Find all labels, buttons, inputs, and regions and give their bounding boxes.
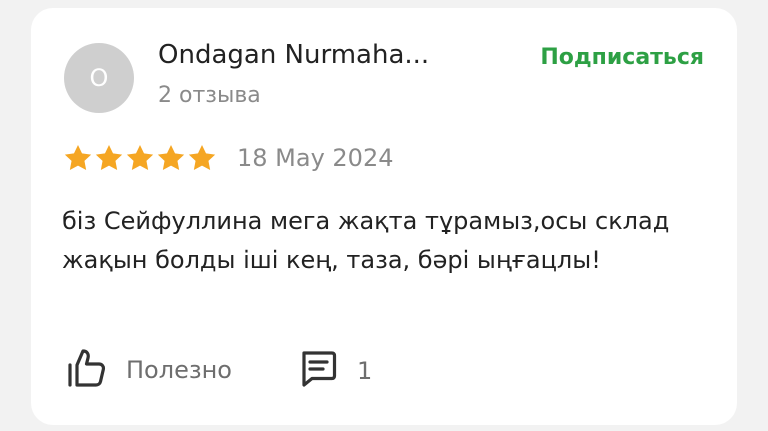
avatar[interactable]: O xyxy=(64,43,134,113)
star-icon xyxy=(156,144,186,172)
helpful-label: Полезно xyxy=(126,356,232,384)
star-icon xyxy=(94,144,124,172)
review-text: біз Сейфуллина мега жақта тұрамыз,осы ск… xyxy=(62,207,670,274)
review-date: 18 May 2024 xyxy=(237,144,394,172)
comments-button[interactable]: 1 xyxy=(299,350,372,392)
author-review-count: 2 отзыва xyxy=(158,83,261,108)
comment-icon xyxy=(299,350,337,392)
author-name[interactable]: Ondagan Nurmaha... xyxy=(158,40,429,70)
star-icon xyxy=(63,144,93,172)
avatar-letter: O xyxy=(89,64,109,92)
thumbs-up-icon xyxy=(67,348,107,392)
subscribe-button[interactable]: Подписаться xyxy=(540,45,704,70)
star-icon xyxy=(187,144,217,172)
comment-count: 1 xyxy=(357,357,373,385)
helpful-button[interactable]: Полезно xyxy=(67,348,232,392)
star-icon xyxy=(125,144,155,172)
star-rating xyxy=(63,144,217,172)
review-card: O Ondagan Nurmaha... 2 отзыва Подписатьс… xyxy=(31,8,737,425)
